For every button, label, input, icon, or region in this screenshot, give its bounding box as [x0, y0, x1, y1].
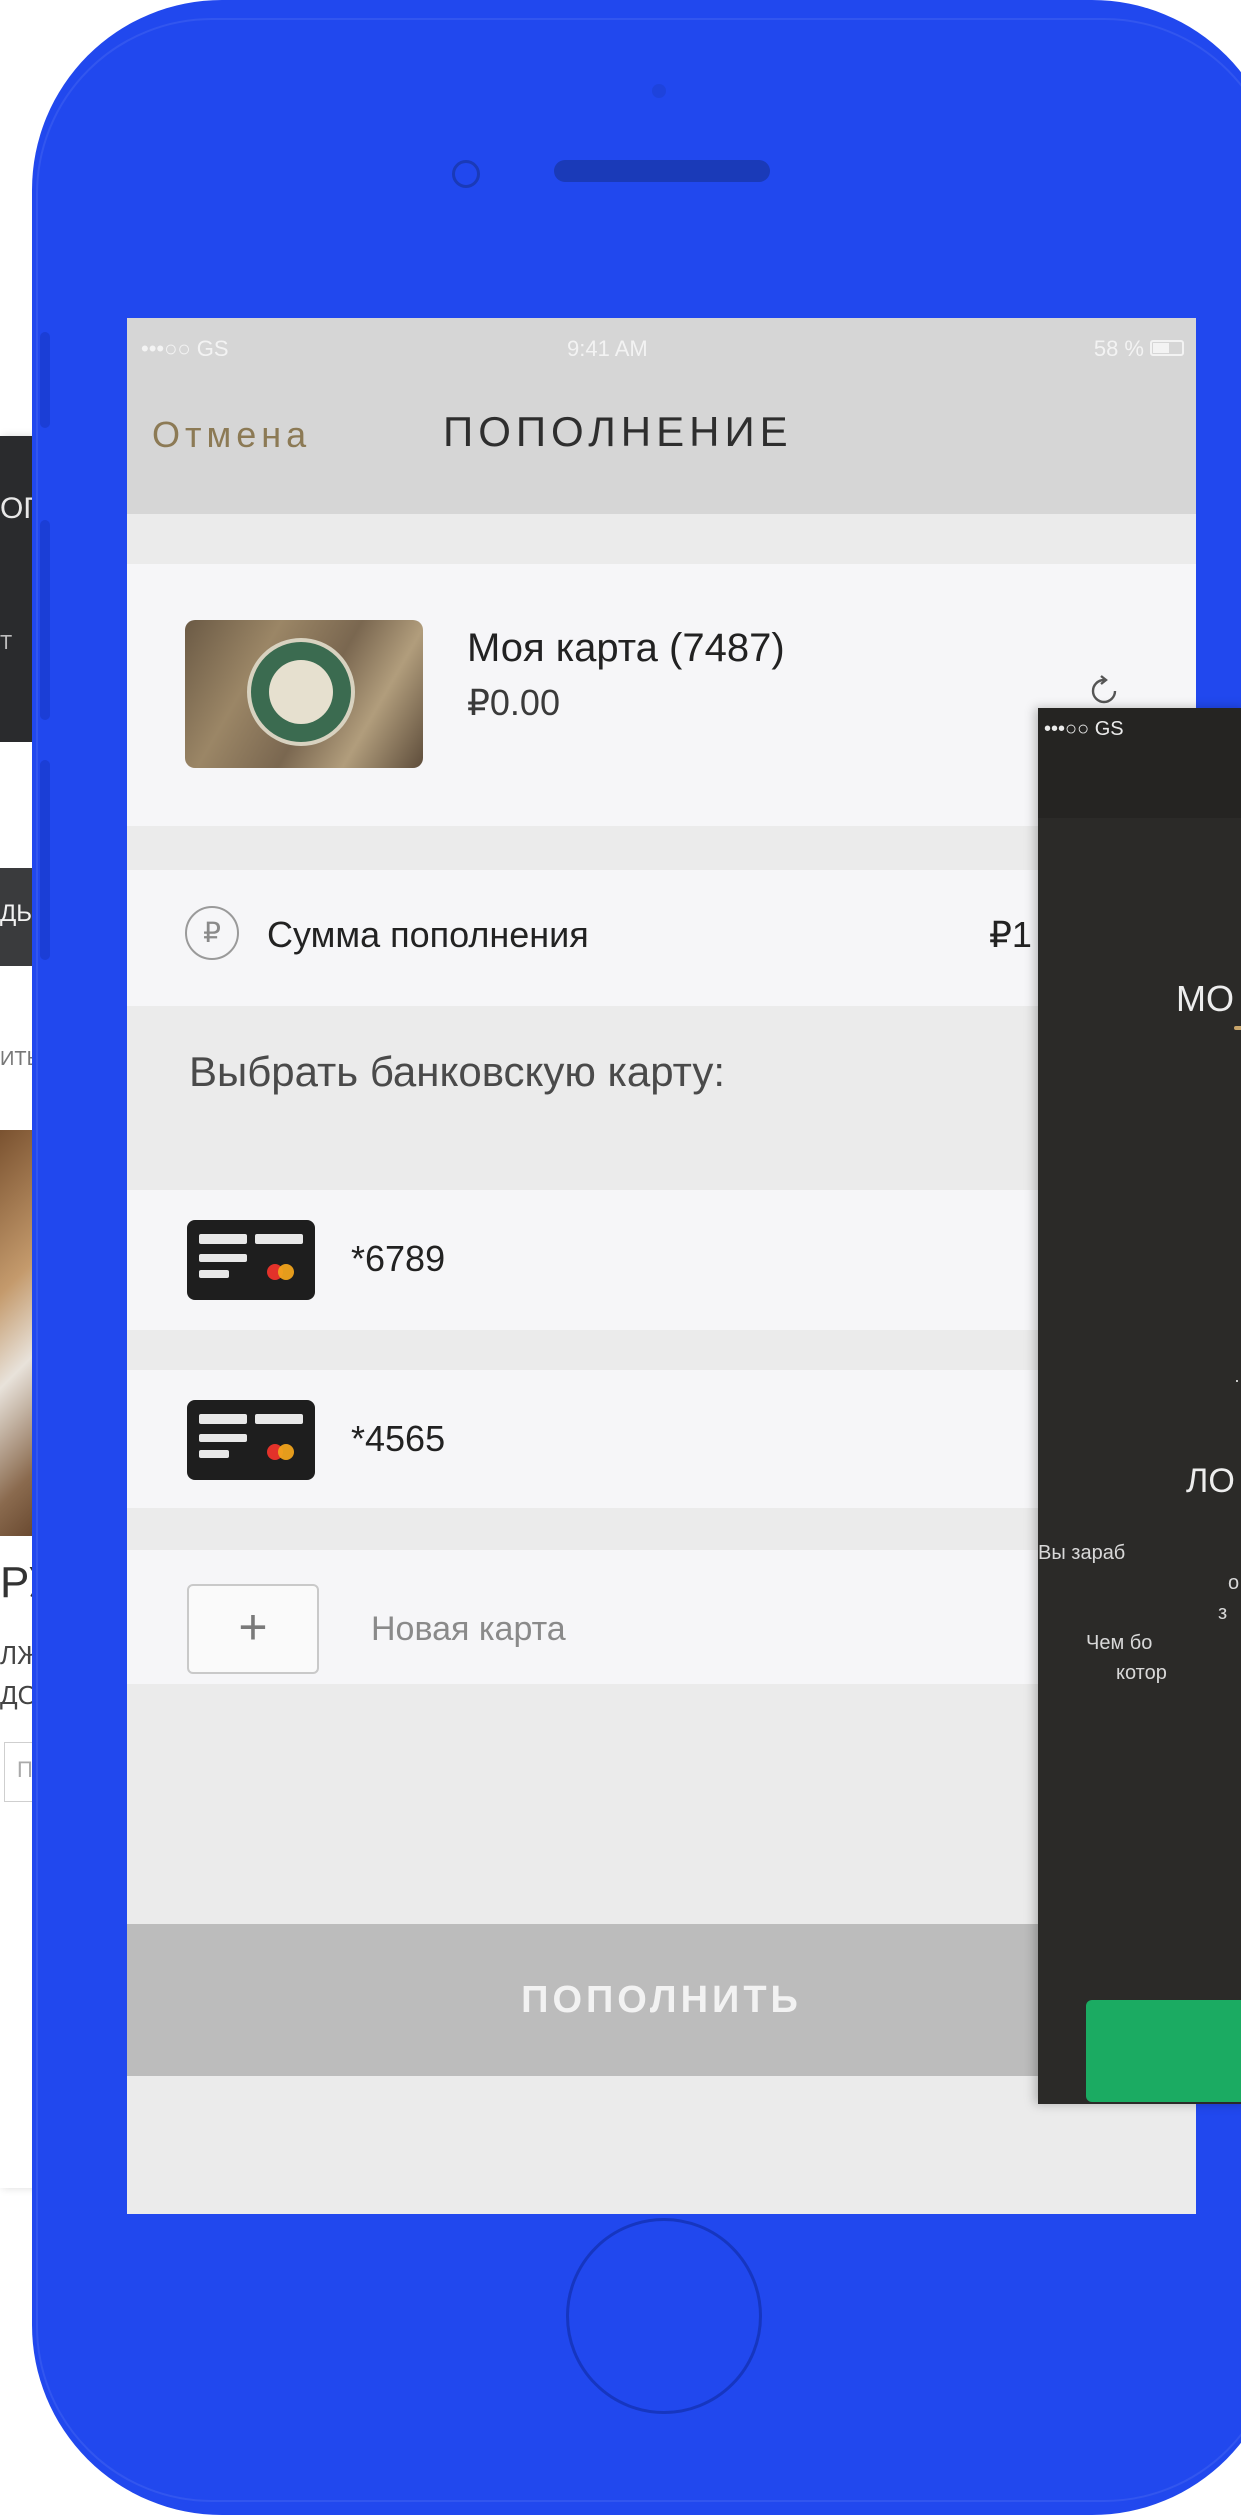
status-bar: •••○○ GS 9:41 AM 58 % — [127, 318, 1196, 382]
right-phone-text-line: о — [1228, 1572, 1240, 1594]
leaf-icon — [1234, 1026, 1241, 1030]
bank-card-number: *6789 — [351, 1238, 446, 1279]
volume-up-button — [40, 520, 50, 720]
right-phone-green-button[interactable] — [1086, 2000, 1241, 2102]
proximity-sensor — [652, 84, 666, 98]
carrier-signal: •••○○ GS — [141, 336, 229, 361]
bank-card-item[interactable]: *6789 — [127, 1190, 1196, 1330]
right-phone-text-line: з — [1218, 1602, 1228, 1624]
page-title: ПОПОЛНЕНИЕ — [443, 408, 793, 455]
bank-card-item[interactable]: *4565 — [127, 1370, 1196, 1508]
right-phone-subtitle: ЛО — [1186, 1462, 1235, 1500]
right-phone-text-line: Вы зараб — [1038, 1542, 1126, 1564]
left-phone-subtitle: Т — [0, 632, 13, 654]
bank-card-number: *4565 — [351, 1418, 446, 1459]
starbucks-card-image — [185, 620, 423, 768]
loyalty-card-row[interactable]: Моя карта (7487) ₽0.00 — [127, 564, 1196, 826]
choose-bank-card-heading: Выбрать банковскую карту: — [189, 1048, 726, 1095]
right-phone-text-line: котор — [1116, 1662, 1167, 1684]
home-button[interactable] — [566, 2218, 762, 2414]
topup-amount-row[interactable]: ₽ Сумма пополнения ₽1 — [127, 870, 1196, 1006]
card-name: Моя карта (7487) — [467, 626, 785, 670]
status-time: 9:41 AM — [567, 336, 648, 361]
plus-icon[interactable]: + — [187, 1584, 319, 1674]
right-phone-text-line: Чем бо — [1086, 1632, 1153, 1654]
credit-card-icon — [187, 1400, 315, 1480]
add-new-card-row[interactable]: + Новая карта — [127, 1550, 1196, 1684]
cancel-button[interactable]: Отмена — [152, 414, 311, 456]
amount-value: ₽1 — [989, 914, 1032, 955]
battery-fill — [1153, 343, 1169, 353]
navigation-bar: •••○○ GS 9:41 AM 58 % Отмена ПОПОЛНЕНИЕ — [127, 318, 1196, 514]
starbucks-logo-siren — [269, 660, 333, 724]
card-balance: ₽0.00 — [467, 682, 560, 723]
new-card-label: Новая карта — [371, 1610, 566, 1648]
battery-icon — [1150, 340, 1184, 356]
volume-down-button — [40, 760, 50, 960]
battery-percent: 58 % — [1093, 336, 1144, 361]
mute-switch — [40, 332, 50, 428]
front-camera-icon — [452, 160, 480, 188]
amount-label: Сумма пополнения — [267, 914, 589, 955]
refresh-icon[interactable] — [1087, 674, 1121, 708]
ruble-icon: ₽ — [185, 906, 239, 960]
background-phone-right: •••○○ GS МО · ЛО Вы зараб о з Чем бо кот… — [1038, 708, 1241, 2104]
right-phone-small-text: · — [1234, 1370, 1240, 1390]
earpiece-speaker — [554, 160, 770, 182]
credit-card-icon — [187, 1220, 315, 1300]
right-phone-carrier: •••○○ GS — [1044, 718, 1124, 740]
phone-screen: •••○○ GS 9:41 AM 58 % Отмена ПОПОЛНЕНИЕ … — [127, 318, 1196, 2214]
topup-button[interactable]: ПОПОЛНИТЬ — [127, 1924, 1196, 2076]
right-phone-title: МО — [1176, 978, 1234, 1019]
